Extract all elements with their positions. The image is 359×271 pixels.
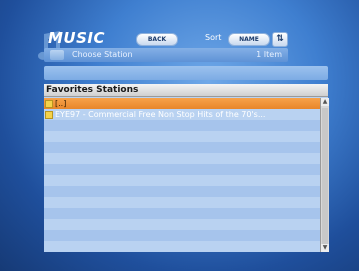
empty-row	[44, 208, 320, 219]
list-item-label: EYE97 - Commercial Free Non Stop Hits of…	[55, 110, 266, 119]
empty-row	[44, 197, 320, 208]
item-count: 1 Item	[256, 50, 282, 59]
list-item-label: [..]	[55, 99, 67, 108]
empty-row	[44, 131, 320, 142]
sort-order-button[interactable]: ⇅	[272, 32, 288, 47]
sort-label: Sort	[205, 33, 222, 42]
station-label: Choose Station	[72, 50, 133, 59]
sort-by-button[interactable]: NAME	[228, 33, 270, 46]
scroll-thumb[interactable]	[322, 108, 328, 244]
empty-row	[44, 241, 320, 252]
list-item-parent[interactable]: [..]	[44, 98, 320, 109]
back-button[interactable]: BACK	[136, 33, 178, 46]
favorites-list: Favorites Stations [..] EYE97 - Commerci…	[44, 84, 329, 252]
app-title: MUSIC	[48, 29, 105, 47]
station-item-icon	[45, 110, 53, 119]
empty-row	[44, 230, 320, 241]
empty-row	[44, 142, 320, 153]
list-header: Favorites Stations	[44, 84, 328, 97]
search-field[interactable]	[44, 66, 328, 80]
empty-row	[44, 186, 320, 197]
sort-order-icon: ⇅	[276, 34, 284, 44]
scroll-down-arrow-icon[interactable]: ▼	[321, 244, 329, 252]
music-screen: MUSIC BACK Sort NAME ⇅ Choose Station 1 …	[0, 0, 359, 271]
empty-row	[44, 164, 320, 175]
empty-row	[44, 219, 320, 230]
folder-icon	[45, 99, 53, 108]
scrollbar[interactable]: ▲ ▼	[320, 98, 329, 252]
empty-row	[44, 175, 320, 186]
scroll-up-arrow-icon[interactable]: ▲	[321, 98, 329, 106]
list-item-station[interactable]: EYE97 - Commercial Free Non Stop Hits of…	[44, 109, 320, 120]
station-bar: Choose Station 1 Item	[44, 48, 288, 62]
empty-row	[44, 120, 320, 131]
empty-row	[44, 153, 320, 164]
station-icon	[50, 50, 64, 60]
